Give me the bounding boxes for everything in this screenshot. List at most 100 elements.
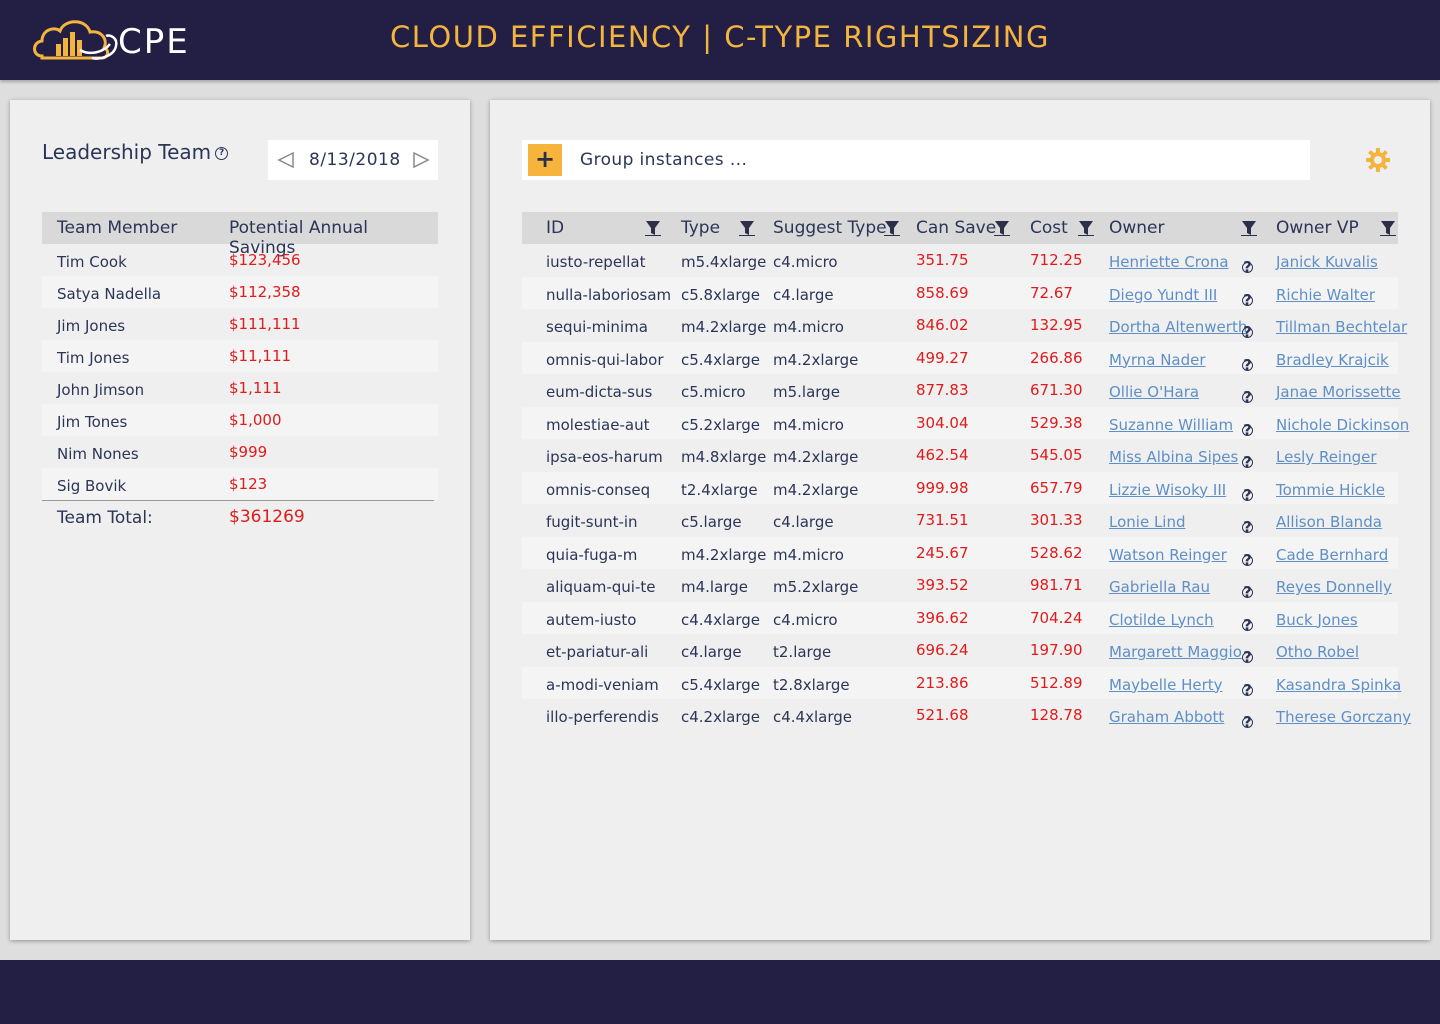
table-row[interactable]: illo-perferendis c4.2xlarge c4.4xlarge 521.… — [522, 699, 1411, 732]
table-row[interactable]: John Jimson $1,111 — [42, 372, 438, 404]
member-savings: $111,111 — [229, 315, 301, 333]
owner-vp-link[interactable]: Reyes Donnelly — [1276, 578, 1392, 596]
owner-link[interactable]: Lizzie Wisoky III — [1109, 481, 1226, 499]
owner-vp-link[interactable]: Janick Kuvalis — [1276, 253, 1378, 271]
gear-icon[interactable] — [1365, 147, 1391, 173]
column-header-owner-vp[interactable]: Owner VP — [1276, 218, 1359, 238]
owner-link[interactable]: Ollie O'Hara — [1109, 383, 1199, 401]
table-row[interactable]: Jim Jones $111,111 — [42, 308, 438, 340]
owner-link[interactable]: Diego Yundt III — [1109, 286, 1217, 304]
table-row[interactable]: Tim Cook $123,456 — [42, 244, 438, 276]
owner-link[interactable]: Graham Abbott — [1109, 708, 1224, 726]
owner-vp-link[interactable]: Cade Bernhard — [1276, 546, 1388, 564]
table-row[interactable]: molestiae-aut c5.2xlarge m4.micro 304.04 529… — [522, 406, 1409, 439]
owner-link[interactable]: Dortha Altenwerth — [1109, 318, 1247, 336]
owner-link[interactable]: Clotilde Lynch — [1109, 611, 1214, 629]
instance-id: molestiae-aut — [546, 415, 650, 434]
owner-vp-link[interactable]: Kasandra Spinka — [1276, 676, 1401, 694]
member-name: Nim Nones — [57, 445, 139, 463]
table-row[interactable]: Nim Nones $999 — [42, 436, 438, 468]
owner-vp-link[interactable]: Tillman Bechtelar — [1276, 318, 1407, 336]
owner-vp-link[interactable]: Nichole Dickinson — [1276, 416, 1409, 434]
owner-vp-link[interactable]: Allison Blanda — [1276, 513, 1382, 531]
suggested-type: m5.2xlarge — [773, 578, 859, 596]
member-name: Jim Jones — [57, 317, 126, 335]
column-header-suggest-type[interactable]: Suggest Type — [773, 218, 887, 238]
table-row[interactable]: sequi-minima m4.2xlarge m4.micro 846.02 132.… — [522, 309, 1407, 342]
cost-value: 704.24 — [1030, 608, 1083, 627]
table-row[interactable]: nulla-laboriosam c5.8xlarge c4.large 858.69… — [522, 276, 1398, 309]
can-save-value: 696.24 — [916, 641, 969, 659]
member-savings: $1,111 — [229, 379, 282, 397]
column-header-can-save[interactable]: Can Save — [916, 218, 996, 238]
table-row[interactable]: autem-iusto c4.4xlarge c4.micro 396.62 704.2… — [522, 601, 1398, 634]
filter-icon[interactable] — [994, 220, 1010, 236]
table-row[interactable]: omnis-qui-labor c5.4xlarge m4.2xlarge 499.2… — [522, 341, 1398, 374]
owner-link[interactable]: Maybelle Herty — [1109, 676, 1223, 694]
owner-link[interactable]: Suzanne William — [1109, 416, 1233, 434]
owner-vp-link[interactable]: Lesly Reinger — [1276, 448, 1377, 466]
instance-id: eum-dicta-sus — [546, 383, 653, 401]
filter-icon[interactable] — [1078, 220, 1094, 236]
table-row[interactable]: aliquam-qui-te m4.large m5.2xlarge 393.52 98… — [522, 569, 1398, 602]
table-row[interactable]: ipsa-eos-harum m4.8xlarge m4.2xlarge 462.54… — [522, 439, 1398, 472]
table-row[interactable]: a-modi-veniam c5.4xlarge t2.8xlarge 213.86 5… — [522, 666, 1401, 699]
add-group-button[interactable]: + — [528, 144, 562, 176]
filter-icon[interactable] — [739, 220, 755, 236]
table-row[interactable]: et-pariatur-ali c4.large t2.large 696.24 197… — [522, 634, 1398, 667]
owner-vp-link[interactable]: Tommie Hickle — [1276, 481, 1385, 499]
owner-vp-link[interactable]: Buck Jones — [1276, 611, 1358, 629]
instances-panel: + Group instances ... ID Type Suggest Ty… — [490, 100, 1430, 940]
filter-icon[interactable] — [1380, 220, 1396, 236]
group-instances-placeholder[interactable]: Group instances ... — [580, 150, 747, 170]
owner-link[interactable]: Gabriella Rau — [1109, 578, 1210, 596]
table-row[interactable]: Satya Nadella $112,358 — [42, 276, 438, 308]
suggested-type: m4.2xlarge — [773, 350, 859, 369]
owner-link[interactable]: Margarett Maggio — [1109, 643, 1242, 661]
can-save-value: 351.75 — [916, 251, 969, 269]
column-header-type[interactable]: Type — [681, 218, 720, 238]
owner-vp-link[interactable]: Richie Walter — [1276, 286, 1375, 304]
column-header-owner[interactable]: Owner — [1109, 218, 1165, 238]
instances-table: ID Type Suggest Type Can Save Cost Owner… — [522, 212, 1411, 732]
owner-vp-link[interactable]: Otho Robel — [1276, 643, 1359, 661]
owner-vp-link[interactable]: Bradley Krajcik — [1276, 351, 1389, 369]
page-title: CLOUD EFFICIENCY | C-TYPE RIGHTSIZING — [390, 20, 1050, 54]
filter-icon[interactable] — [645, 220, 661, 236]
help-icon[interactable]: ? — [215, 147, 229, 160]
owner-vp-link[interactable]: Therese Gorczany — [1276, 708, 1411, 726]
member-savings: $123,456 — [229, 251, 301, 269]
member-name: Satya Nadella — [57, 285, 162, 303]
owner-link[interactable]: Watson Reinger — [1109, 546, 1227, 564]
column-header-id[interactable]: ID — [546, 218, 564, 238]
table-row[interactable]: eum-dicta-sus c5.micro m5.large 877.83 671.3… — [522, 374, 1401, 407]
triangle-right-icon[interactable] — [411, 150, 431, 170]
owner-link[interactable]: Henriette Crona — [1109, 253, 1229, 271]
table-row[interactable]: quia-fuga-m m4.2xlarge m4.micro 245.67 528.6… — [522, 536, 1398, 569]
cost-value: 301.33 — [1030, 511, 1083, 529]
column-header-cost[interactable]: Cost — [1030, 218, 1068, 238]
filter-icon[interactable] — [1241, 220, 1257, 236]
suggested-type: c4.large — [773, 513, 834, 531]
can-save-value: 499.27 — [916, 348, 969, 367]
owner-link[interactable]: Miss Albina Sipes — [1109, 448, 1238, 466]
owner-link[interactable]: Myrna Nader — [1109, 351, 1206, 369]
table-row[interactable]: fugit-sunt-in c5.large c4.large 731.51 301.3… — [522, 504, 1398, 537]
table-row[interactable]: Sig Bovik $123 — [42, 468, 438, 500]
instance-type: m5.4xlarge — [681, 253, 767, 271]
table-row[interactable]: iusto-repellat m5.4xlarge c4.micro 351.75 71… — [522, 244, 1398, 277]
instance-type: c5.4xlarge — [681, 350, 760, 369]
filter-icon[interactable] — [884, 220, 900, 236]
table-row[interactable]: Tim Jones $11,111 — [42, 340, 438, 372]
member-name: Tim Cook — [57, 253, 127, 271]
triangle-left-icon[interactable] — [276, 150, 296, 170]
group-instances-bar[interactable]: + Group instances ... — [522, 140, 1310, 180]
member-name: John Jimson — [57, 381, 145, 399]
owner-vp-link[interactable]: Janae Morissette — [1276, 383, 1401, 401]
instance-type: c5.large — [681, 513, 742, 531]
owner-link[interactable]: Lonie Lind — [1109, 513, 1186, 531]
date-picker[interactable]: 8/13/2018 — [268, 140, 438, 180]
table-row[interactable]: Jim Tones $1,000 — [42, 404, 438, 436]
table-row[interactable]: omnis-conseq t2.4xlarge m4.2xlarge 999.98 65… — [522, 471, 1398, 504]
instance-type: c5.4xlarge — [681, 675, 760, 694]
